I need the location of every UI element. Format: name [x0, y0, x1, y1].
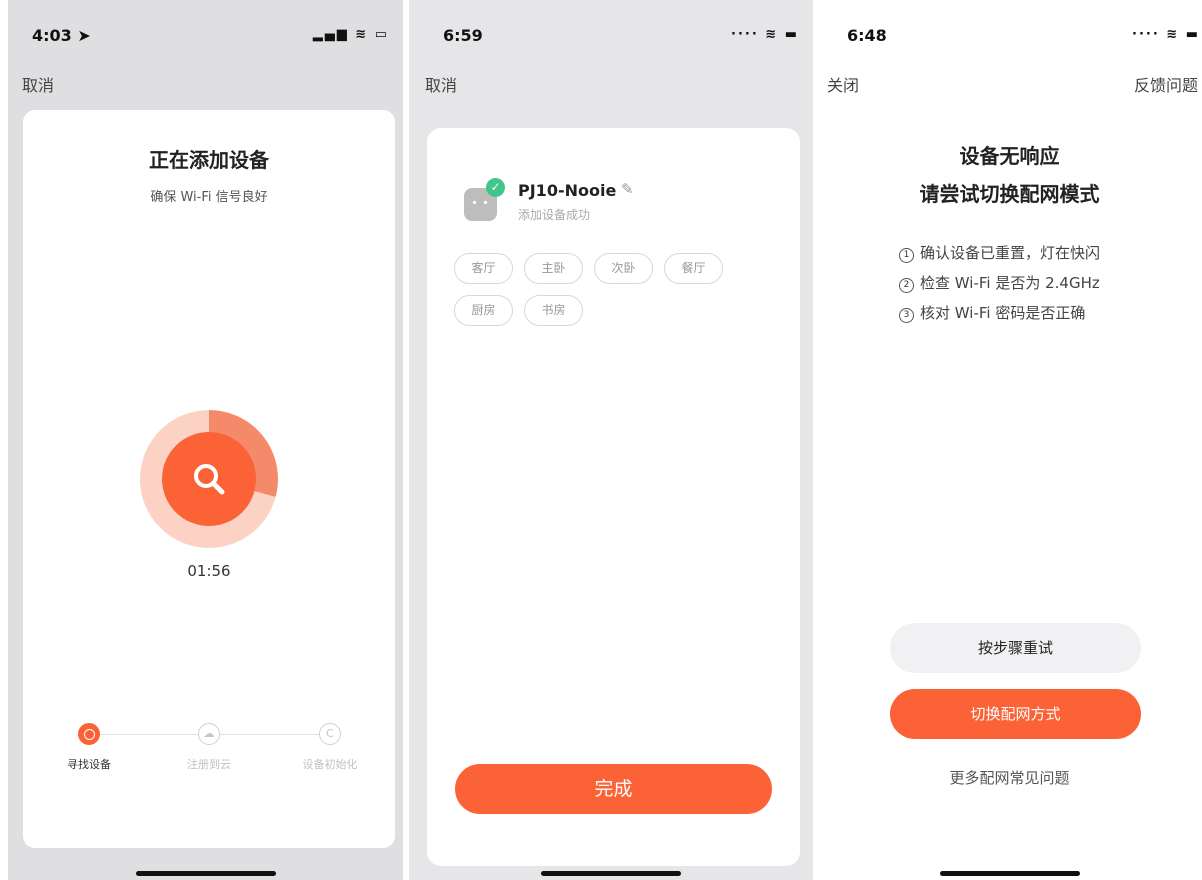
step-label-searching: 寻找设备 [67, 758, 111, 771]
step-label-init: 设备初始化 [302, 758, 358, 771]
tip-number-icon: 1 [899, 248, 914, 263]
error-subtitle: 请尝试切换配网模式 [919, 182, 1100, 206]
step-label-cloud: 注册到云 [187, 758, 231, 771]
status-time: 6:48 [847, 26, 887, 45]
scanning-radar [140, 410, 278, 548]
room-tag-kitchen[interactable]: 厨房 [454, 295, 513, 326]
page-title: 正在添加设备 [149, 148, 269, 172]
close-button[interactable]: 关闭 [827, 72, 859, 96]
adding-card: 正在添加设备 确保 Wi-Fi 信号良好 01:56 ☁ C 寻找设备 注册到云… [23, 110, 395, 848]
home-indicator [939, 871, 1080, 876]
screen-device-added: 6:59 ···· ≋ ▬ 取消 ✓ PJ10-Nooie ✎ 添加设备成功 客… [409, 0, 813, 880]
tip-item: 1 确认设备已重置，灯在快闪 [899, 242, 1100, 263]
edit-name-icon[interactable]: ✎ [621, 180, 634, 198]
faq-link[interactable]: 更多配网常见问题 [817, 767, 1202, 788]
room-tag-master-bedroom[interactable]: 主卧 [524, 253, 583, 284]
device-status: 添加设备成功 [518, 208, 591, 222]
tip-text: 确认设备已重置，灯在快闪 [920, 244, 1101, 262]
feedback-button[interactable]: 反馈问题 [1134, 72, 1198, 96]
home-indicator [135, 871, 276, 876]
countdown-timer: 01:56 [187, 562, 231, 580]
device-card: ✓ PJ10-Nooie ✎ 添加设备成功 客厅 主卧 次卧 餐厅 厨房 书房 … [427, 128, 800, 866]
status-bar: 6:48 ···· ≋ ▬ [817, 24, 1202, 48]
status-time: 4:03 ➤ [32, 26, 91, 45]
init-icon: C [319, 723, 341, 745]
cancel-button[interactable]: 取消 [22, 72, 54, 96]
room-tag-second-bedroom[interactable]: 次卧 [594, 253, 653, 284]
page-subtitle: 确保 Wi-Fi 信号良好 [150, 190, 268, 205]
status-time: 6:59 [443, 26, 483, 45]
tip-item: 2 检查 Wi-Fi 是否为 2.4GHz [899, 272, 1100, 293]
status-bar: 4:03 ➤ ▂▄▆ ≋ ▭ [8, 24, 403, 48]
screen-device-no-response: 6:48 ···· ≋ ▬ 关闭 反馈问题 设备无响应 请尝试切换配网模式 1确… [817, 0, 1202, 880]
room-tag-study[interactable]: 书房 [524, 295, 583, 326]
error-title: 设备无响应 [959, 144, 1060, 168]
done-button[interactable]: 完成 [455, 764, 772, 814]
home-indicator [541, 871, 681, 876]
screen-adding-device: 4:03 ➤ ▂▄▆ ≋ ▭ 取消 正在添加设备 确保 Wi-Fi 信号良好 0… [8, 0, 403, 880]
retry-steps-button[interactable]: 按步骤重试 [890, 623, 1141, 673]
tip-number-icon: 2 [899, 278, 914, 293]
status-icons: ···· ≋ ▬ [1132, 27, 1200, 42]
device-name: PJ10-Nooie [518, 181, 617, 200]
tip-number-icon: 3 [899, 308, 914, 323]
cancel-button[interactable]: 取消 [425, 72, 457, 96]
tip-text: 检查 Wi-Fi 是否为 2.4GHz [920, 274, 1100, 292]
cloud-icon: ☁ [198, 723, 220, 745]
status-icons: ▂▄▆ ≋ ▭ [312, 27, 389, 42]
room-tag-dining[interactable]: 餐厅 [664, 253, 723, 284]
tip-item: 3 核对 Wi-Fi 密码是否正确 [899, 302, 1085, 323]
status-icons: ···· ≋ ▬ [731, 27, 799, 42]
tip-text: 核对 Wi-Fi 密码是否正确 [920, 304, 1086, 322]
room-tag-living[interactable]: 客厅 [454, 253, 513, 284]
success-check-icon: ✓ [486, 178, 505, 197]
search-icon [194, 464, 225, 495]
radar-center [162, 432, 256, 526]
switch-mode-button[interactable]: 切换配网方式 [890, 689, 1141, 739]
step-searching-dot [78, 723, 100, 745]
status-bar: 6:59 ···· ≋ ▬ [409, 24, 813, 48]
